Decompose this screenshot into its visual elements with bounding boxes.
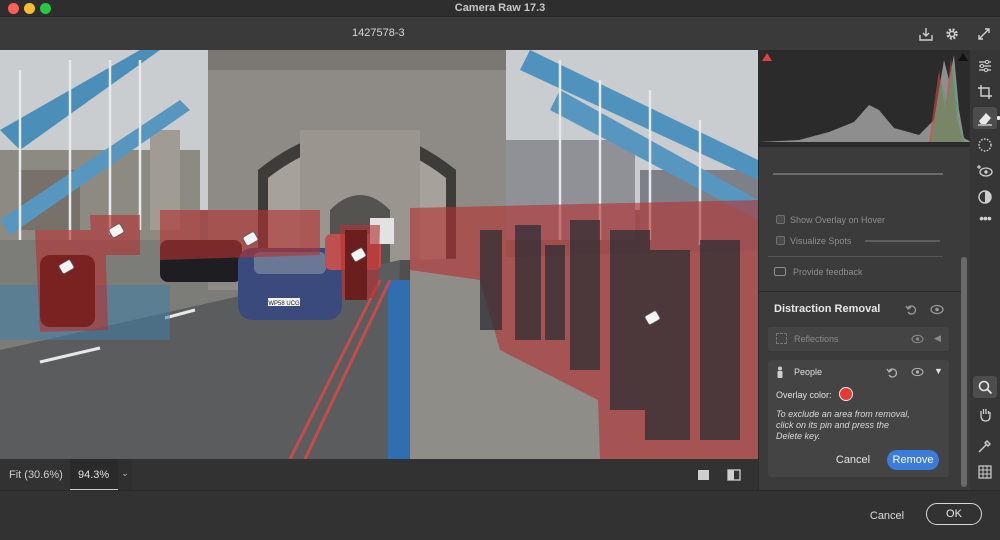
divider <box>768 256 943 257</box>
app-title: Camera Raw 17.3 <box>454 2 546 14</box>
edit-sliders-icon[interactable] <box>977 58 993 74</box>
title-bar: Camera Raw 17.3 <box>0 0 1000 17</box>
histogram-graph <box>759 55 971 142</box>
people-collapse-icon[interactable]: ▼ <box>934 366 943 376</box>
section-title: Distraction Removal <box>774 303 881 315</box>
masking-icon[interactable] <box>977 137 993 153</box>
ok-button[interactable]: OK <box>926 503 982 525</box>
license-plate-text: WP58 UCG <box>268 301 300 307</box>
show-overlay-checkbox[interactable] <box>776 215 785 224</box>
reflections-icon <box>776 333 787 344</box>
zoom-dropdown-chevron-icon[interactable]: ⌄ <box>118 459 132 490</box>
reflections-expand-icon[interactable]: ◀ <box>934 333 941 344</box>
panel-scrollbar[interactable] <box>961 257 967 487</box>
dialog-footer: Cancel OK <box>0 490 1000 540</box>
people-eye-icon[interactable] <box>911 367 924 377</box>
remove-button[interactable]: Remove <box>887 450 939 470</box>
reflections-label: Reflections <box>794 334 839 344</box>
help-text-line-3: Delete key. <box>776 431 821 441</box>
camera-raw-window: Camera Raw 17.3 1427578-3 WP58 UCG Fit (… <box>0 0 1000 540</box>
crop-icon[interactable] <box>977 84 993 100</box>
separator-line <box>773 173 943 175</box>
people-icon <box>777 366 783 378</box>
settings-gear-icon[interactable] <box>944 26 960 42</box>
photo-preview[interactable]: WP58 UCG <box>0 50 758 459</box>
reflections-eye-icon[interactable] <box>911 334 924 344</box>
file-name: 1427578-3 <box>352 27 405 39</box>
help-text-line-2: click on its pin and press the <box>776 420 890 430</box>
more-options-icon[interactable]: ••• <box>977 210 993 226</box>
visualize-spots-label: Visualize Spots <box>790 236 852 246</box>
view-single-icon[interactable] <box>697 468 711 482</box>
presets-icon[interactable] <box>977 189 993 205</box>
before-after-compare-icon[interactable] <box>727 468 741 482</box>
people-label: People <box>794 367 823 377</box>
feedback-speech-bubble-icon <box>774 267 786 276</box>
zoom-bar: Fit (30.6%) 94.3% ⌄ <box>0 459 758 490</box>
help-text-line-1: To exclude an area from removal, <box>776 409 910 419</box>
zoom-magnifier-icon[interactable] <box>977 379 993 395</box>
fit-zoom-button[interactable]: Fit (30.6%) <box>9 469 63 481</box>
provide-feedback-label: Provide feedback <box>793 267 863 277</box>
visualize-spots-option[interactable]: Visualize Spots <box>776 236 851 246</box>
show-overlay-label: Show Overlay on Hover <box>790 215 886 225</box>
cancel-button[interactable]: Cancel <box>858 505 916 527</box>
histogram <box>759 50 971 147</box>
visibility-eye-icon[interactable] <box>930 304 944 315</box>
image-canvas[interactable]: WP58 UCG <box>0 50 758 459</box>
file-bar: 1427578-3 <box>0 18 1000 50</box>
divider <box>758 291 961 292</box>
zoom-level-field[interactable]: 94.3% <box>70 459 118 490</box>
save-image-icon[interactable] <box>918 26 934 42</box>
people-reset-icon[interactable] <box>886 366 899 379</box>
red-eye-icon[interactable] <box>977 163 993 179</box>
fullscreen-icon[interactable] <box>976 26 992 42</box>
overlay-color-label: Overlay color: <box>776 390 832 400</box>
grid-overlay-icon[interactable] <box>977 464 993 480</box>
visualize-spots-slider[interactable] <box>865 240 940 242</box>
hand-tool-icon[interactable] <box>977 406 993 422</box>
visualize-spots-checkbox[interactable] <box>776 236 785 245</box>
distraction-cancel-button[interactable]: Cancel <box>830 450 876 470</box>
reset-icon[interactable] <box>905 303 918 316</box>
reflections-card[interactable]: Reflections ◀ <box>768 327 949 351</box>
tool-rail: ••• <box>970 50 1000 490</box>
overlay-color-swatch[interactable] <box>839 387 853 401</box>
eyedropper-icon[interactable] <box>977 438 993 454</box>
eraser-remove-icon[interactable] <box>977 110 993 126</box>
show-overlay-option[interactable]: Show Overlay on Hover <box>776 215 885 225</box>
provide-feedback-link[interactable]: Provide feedback <box>774 267 863 277</box>
